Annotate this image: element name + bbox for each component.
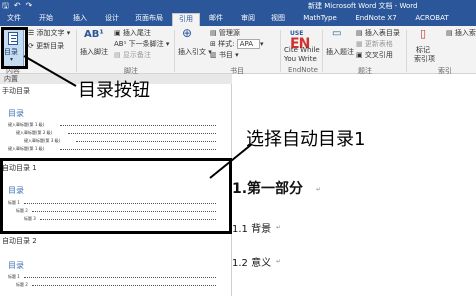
word-window: 🖫 ↶ ↷ 新建 Microsoft Word 文档 - Word 文件 开始 … [0,0,476,296]
heading-2-significance: 1.2 意义 [232,258,272,269]
heading-1: 1.第一部分 [232,181,304,197]
heading-2-background: 1.1 背景 [232,224,272,235]
callout-arrows [23,55,253,179]
arrow-to-toc-button [23,55,77,87]
auto-toc-callout: 选择自动目录1 [246,129,366,150]
toc-button-callout: 目录按钮 [78,80,150,101]
